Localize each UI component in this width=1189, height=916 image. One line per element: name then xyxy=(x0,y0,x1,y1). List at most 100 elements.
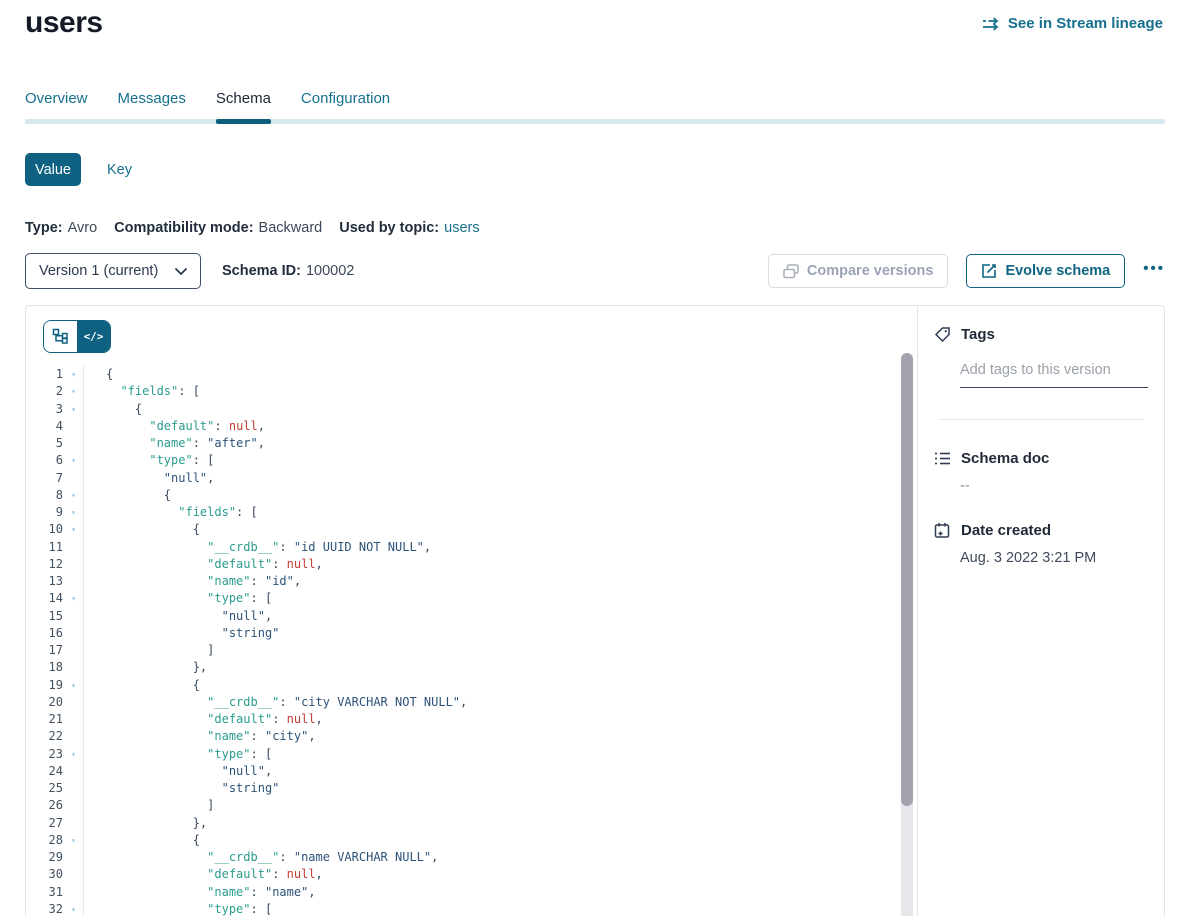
schema-card: </> 1▾{2▾ "fields": [3▾ {4 "default": nu… xyxy=(25,305,1165,916)
code-text: "default": null, xyxy=(84,866,323,883)
fold-toggle-icon[interactable]: ▾ xyxy=(63,452,84,469)
fold-spacer xyxy=(63,780,84,797)
code-line: 28▾ { xyxy=(26,832,917,849)
code-line: 23▾ "type": [ xyxy=(26,746,917,763)
line-number: 2 xyxy=(26,383,63,400)
evolve-schema-button[interactable]: Evolve schema xyxy=(966,254,1125,288)
code-line: 18 }, xyxy=(26,659,917,676)
code-line: 7 "null", xyxy=(26,470,917,487)
compare-versions-button[interactable]: Compare versions xyxy=(768,254,949,288)
fold-toggle-icon[interactable]: ▾ xyxy=(63,383,84,400)
version-select[interactable]: Version 1 (current) xyxy=(25,253,201,289)
code-line: 16 "string" xyxy=(26,625,917,642)
code-text: "name": "name", xyxy=(84,884,316,901)
fold-spacer xyxy=(63,849,84,866)
fold-toggle-icon[interactable]: ▾ xyxy=(63,487,84,504)
code-view-button[interactable]: </> xyxy=(77,321,110,352)
code-text: "__crdb__": "city VARCHAR NOT NULL", xyxy=(84,694,467,711)
line-number: 9 xyxy=(26,504,63,521)
fold-toggle-icon[interactable]: ▾ xyxy=(63,832,84,849)
fold-toggle-icon[interactable]: ▾ xyxy=(63,901,84,916)
code-line: 31 "name": "name", xyxy=(26,884,917,901)
code-line: 2▾ "fields": [ xyxy=(26,383,917,400)
tab-messages[interactable]: Messages xyxy=(118,90,186,124)
code-text: "name": "after", xyxy=(84,435,265,452)
line-number: 27 xyxy=(26,815,63,832)
line-number: 29 xyxy=(26,849,63,866)
fold-toggle-icon[interactable]: ▾ xyxy=(63,401,84,418)
fold-toggle-icon[interactable]: ▾ xyxy=(63,590,84,607)
code-text: "string" xyxy=(84,625,279,642)
fold-spacer xyxy=(63,642,84,659)
date-created-value: Aug. 3 2022 3:21 PM xyxy=(960,550,1148,566)
line-number: 16 xyxy=(26,625,63,642)
code-line: 10▾ { xyxy=(26,521,917,538)
line-number: 31 xyxy=(26,884,63,901)
code-line: 4 "default": null, xyxy=(26,418,917,435)
compatibility-value: Backward xyxy=(259,220,323,236)
tab-configuration[interactable]: Configuration xyxy=(301,90,390,124)
line-number: 18 xyxy=(26,659,63,676)
code-text: }, xyxy=(84,815,207,832)
line-number: 21 xyxy=(26,711,63,728)
schema-code-editor[interactable]: 1▾{2▾ "fields": [3▾ {4 "default": null,5… xyxy=(26,366,917,916)
code-text: "default": null, xyxy=(84,711,323,728)
code-line: 12 "default": null, xyxy=(26,556,917,573)
line-number: 6 xyxy=(26,452,63,469)
code-text: "name": "city", xyxy=(84,728,316,745)
line-number: 8 xyxy=(26,487,63,504)
fold-spacer xyxy=(63,866,84,883)
stream-lineage-link[interactable]: See in Stream lineage xyxy=(982,15,1163,32)
compare-icon xyxy=(783,264,799,279)
code-line: 26 ] xyxy=(26,797,917,814)
fold-toggle-icon[interactable]: ▾ xyxy=(63,677,84,694)
fold-toggle-icon[interactable]: ▾ xyxy=(63,504,84,521)
code-line: 8▾ { xyxy=(26,487,917,504)
code-text: "string" xyxy=(84,780,279,797)
used-by-topic-link[interactable]: users xyxy=(444,220,479,236)
code-text: { xyxy=(84,677,200,694)
code-line: 3▾ { xyxy=(26,401,917,418)
fold-spacer xyxy=(63,815,84,832)
code-text: "fields": [ xyxy=(84,383,200,400)
line-number: 7 xyxy=(26,470,63,487)
line-number: 14 xyxy=(26,590,63,607)
code-line: 21 "default": null, xyxy=(26,711,917,728)
editor-scrollbar-thumb[interactable] xyxy=(901,353,913,806)
schema-doc-section-header: Schema doc xyxy=(934,450,1148,467)
fold-spacer xyxy=(63,556,84,573)
code-line: 9▾ "fields": [ xyxy=(26,504,917,521)
schema-meta-row: Type: Avro Compatibility mode: Backward … xyxy=(25,220,480,236)
version-bar: Version 1 (current) Schema ID: 100002 Co… xyxy=(25,253,1165,289)
tag-icon xyxy=(934,326,951,343)
fold-spacer xyxy=(63,573,84,590)
code-text: { xyxy=(84,487,171,504)
compare-versions-label: Compare versions xyxy=(807,263,934,279)
tab-overview[interactable]: Overview xyxy=(25,90,88,124)
line-number: 5 xyxy=(26,435,63,452)
fold-toggle-icon[interactable]: ▾ xyxy=(63,366,84,383)
compatibility-label: Compatibility mode: xyxy=(114,220,253,236)
tab-schema[interactable]: Schema xyxy=(216,90,271,124)
code-text: "__crdb__": "name VARCHAR NULL", xyxy=(84,849,438,866)
code-line: 22 "name": "city", xyxy=(26,728,917,745)
code-line: 17 ] xyxy=(26,642,917,659)
value-toggle-button[interactable]: Value xyxy=(25,153,81,186)
code-line: 20 "__crdb__": "city VARCHAR NOT NULL", xyxy=(26,694,917,711)
fold-spacer xyxy=(63,625,84,642)
fold-toggle-icon[interactable]: ▾ xyxy=(63,746,84,763)
add-tags-input[interactable] xyxy=(960,362,1148,388)
fold-toggle-icon[interactable]: ▾ xyxy=(63,521,84,538)
code-line: 32▾ "type": [ xyxy=(26,901,917,916)
key-toggle-button[interactable]: Key xyxy=(107,162,132,178)
tree-view-button[interactable] xyxy=(44,321,77,352)
fold-spacer xyxy=(63,884,84,901)
tree-view-icon xyxy=(52,328,69,345)
more-options-button[interactable]: ••• xyxy=(1143,260,1165,283)
code-line: 11 "__crdb__": "id UUID NOT NULL", xyxy=(26,539,917,556)
code-line: 1▾{ xyxy=(26,366,917,383)
line-number: 4 xyxy=(26,418,63,435)
sidebar-divider xyxy=(938,419,1144,420)
tags-title: Tags xyxy=(961,326,995,343)
fold-spacer xyxy=(63,435,84,452)
